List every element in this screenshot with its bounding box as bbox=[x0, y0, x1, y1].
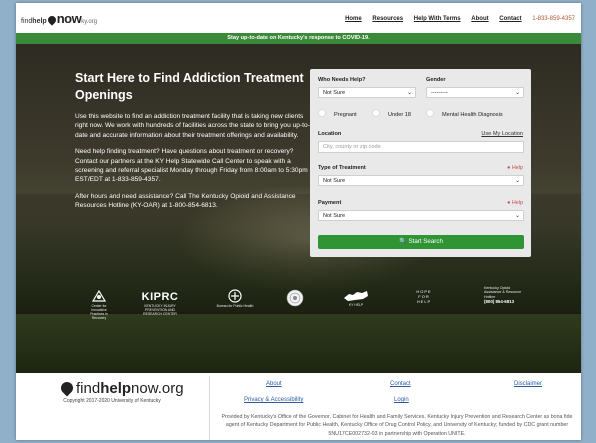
footer-divider bbox=[209, 376, 210, 440]
partner-kiprc-logo[interactable]: KIPRC KENTUCKY INJURY PREVENTION AND RES… bbox=[140, 291, 180, 316]
who-needs-help-value: Not Sure bbox=[323, 90, 346, 96]
pregnant-checkbox[interactable]: Pregnant bbox=[318, 109, 357, 118]
location-pin-icon bbox=[58, 379, 76, 397]
under-18-checkbox[interactable]: Under 18 bbox=[372, 109, 411, 118]
logo-suffix-text: ky.org bbox=[81, 19, 98, 25]
start-search-label: Start Search bbox=[408, 238, 443, 245]
start-search-button[interactable]: 🔍 Start Search bbox=[318, 235, 524, 249]
hero-title: Start Here to Find Addiction Treatment O… bbox=[75, 71, 304, 102]
nav-help-with-terms[interactable]: Help With Terms bbox=[414, 16, 461, 22]
footer-copyright: Copyright 2017-2020 University of Kentuc… bbox=[63, 398, 161, 404]
who-needs-help-select[interactable]: Not Sure ⌄ bbox=[318, 87, 416, 98]
location-label: Location bbox=[318, 131, 342, 137]
partner-cipr-logo[interactable]: Center for Innovative Practices in Recov… bbox=[86, 289, 112, 320]
search-icon: 🔍 bbox=[399, 238, 407, 245]
location-input[interactable]: City, county or zip code bbox=[318, 141, 524, 153]
hope-for-help-text: HOPE FOR HELP bbox=[416, 289, 432, 304]
nav-resources[interactable]: Resources bbox=[372, 16, 403, 22]
hero-paragraph: Need help finding treatment? Have questi… bbox=[75, 148, 308, 184]
site-footer: findhelpnow.org Copyright 2017-2020 Univ… bbox=[16, 373, 581, 440]
state-seal-icon bbox=[286, 289, 304, 307]
location-pin-icon bbox=[46, 14, 58, 26]
footer-link-disclaimer[interactable]: Disclaimer bbox=[514, 381, 542, 387]
partner-logos: Center for Innovative Practices in Recov… bbox=[16, 285, 581, 325]
nav-contact[interactable]: Contact bbox=[499, 16, 521, 22]
logo-find-text: find bbox=[21, 18, 33, 25]
cipr-emblem-icon bbox=[91, 289, 107, 302]
mental-health-checkbox[interactable]: Mental Health Diagnosis bbox=[426, 109, 503, 118]
kyoar-phone: (800) 854-6813 bbox=[484, 299, 515, 305]
chevron-down-icon: ⌄ bbox=[514, 178, 520, 184]
treatment-type-select[interactable]: Not Sure ⌄ bbox=[318, 175, 524, 186]
payment-help-link[interactable]: ● Help bbox=[507, 200, 523, 206]
hero-text: Start Here to Find Addiction Treatment O… bbox=[75, 70, 315, 218]
pregnant-label: Pregnant bbox=[334, 112, 357, 118]
nav-about[interactable]: About bbox=[471, 16, 488, 22]
footer-link-contact[interactable]: Contact bbox=[390, 381, 411, 387]
checkbox-icon bbox=[426, 109, 434, 117]
treatment-help-link[interactable]: ● Help bbox=[507, 165, 523, 171]
hero-section: Start Here to Find Addiction Treatment O… bbox=[16, 44, 581, 373]
partner-public-health-caption: Bureau for Public Health bbox=[216, 304, 254, 308]
checkbox-icon bbox=[372, 109, 380, 117]
partner-kyoar-logo[interactable]: Kentucky Opioid Assistance & Resource Ho… bbox=[484, 285, 528, 304]
chevron-down-icon: ⌄ bbox=[514, 213, 520, 219]
gender-label: Gender bbox=[426, 77, 446, 83]
partner-seal-logo[interactable] bbox=[286, 289, 304, 307]
partner-hope-logo[interactable]: HOPE FOR HELP bbox=[413, 289, 435, 304]
footer-logo[interactable]: findhelpnow.org bbox=[58, 379, 184, 397]
nav-home[interactable]: Home bbox=[345, 16, 362, 22]
covid-banner[interactable]: Stay up-to-date on Kentucky's response t… bbox=[16, 33, 581, 44]
footer-link-login[interactable]: Login bbox=[394, 397, 409, 403]
logo-now-text: now bbox=[56, 11, 82, 26]
who-needs-help-label: Who Needs Help? bbox=[318, 77, 366, 83]
treatment-help-text: Help bbox=[511, 165, 523, 171]
site-header: findhelp nowky.org Home Resources Help Wi… bbox=[16, 3, 581, 33]
footer-logo-help: help bbox=[100, 380, 132, 397]
footer-logo-suffix: now.org bbox=[131, 380, 184, 397]
logo-help-text: help bbox=[32, 18, 47, 25]
main-nav: Home Resources Help With Terms About Con… bbox=[336, 16, 575, 22]
partner-kiprc-caption: KENTUCKY INJURY PREVENTION AND RESEARCH … bbox=[143, 304, 177, 316]
gender-value: --------- bbox=[431, 90, 448, 96]
public-health-emblem-icon bbox=[228, 289, 242, 303]
site-logo[interactable]: findhelp nowky.org bbox=[21, 11, 97, 26]
partner-public-health-logo[interactable]: Bureau for Public Health bbox=[213, 289, 257, 308]
partner-kyhelp-logo[interactable]: KY HELP bbox=[341, 290, 371, 307]
hero-paragraph: After hours and need assistance? Call Th… bbox=[75, 192, 296, 210]
footer-brand: findhelpnow.org Copyright 2017-2020 Univ… bbox=[16, 373, 208, 440]
chevron-down-icon: ⌄ bbox=[514, 90, 520, 96]
footer-logo-find: find bbox=[76, 380, 101, 397]
kyoar-caption: Kentucky Opioid Assistance & Resource Ho… bbox=[484, 286, 522, 299]
treatment-type-label: Type of Treatment bbox=[318, 165, 366, 171]
payment-label: Payment bbox=[318, 200, 342, 206]
partner-kyhelp-caption: KY HELP bbox=[348, 303, 364, 307]
under-18-label: Under 18 bbox=[388, 112, 412, 118]
mental-health-label: Mental Health Diagnosis bbox=[442, 112, 503, 118]
payment-help-text: Help bbox=[511, 200, 523, 206]
kiprc-wordmark: KIPRC bbox=[141, 291, 179, 303]
use-my-location-link[interactable]: Use My Location bbox=[481, 131, 523, 137]
payment-value: Not Sure bbox=[323, 213, 346, 219]
checkbox-icon bbox=[318, 109, 326, 117]
payment-select[interactable]: Not Sure ⌄ bbox=[318, 210, 524, 221]
gender-select[interactable]: --------- ⌄ bbox=[426, 87, 524, 98]
treatment-type-value: Not Sure bbox=[323, 178, 346, 184]
kentucky-map-icon bbox=[344, 291, 368, 301]
header-phone[interactable]: 1-833-859-4357 bbox=[532, 16, 575, 22]
footer-funding-note: Provided by Kentucky's Office of the Gov… bbox=[221, 414, 573, 437]
chevron-down-icon: ⌄ bbox=[406, 90, 412, 96]
footer-link-privacy[interactable]: Privacy & Accessibility bbox=[244, 397, 303, 403]
footer-link-about[interactable]: About bbox=[266, 381, 282, 387]
search-form: Who Needs Help? Not Sure ⌄ Gender -------… bbox=[310, 69, 531, 257]
browser-page: findhelp nowky.org Home Resources Help Wi… bbox=[16, 3, 581, 440]
partner-cipr-caption: Center for Innovative Practices in Recov… bbox=[90, 304, 108, 320]
hero-paragraph: Use this website to find an addiction tr… bbox=[75, 113, 310, 139]
